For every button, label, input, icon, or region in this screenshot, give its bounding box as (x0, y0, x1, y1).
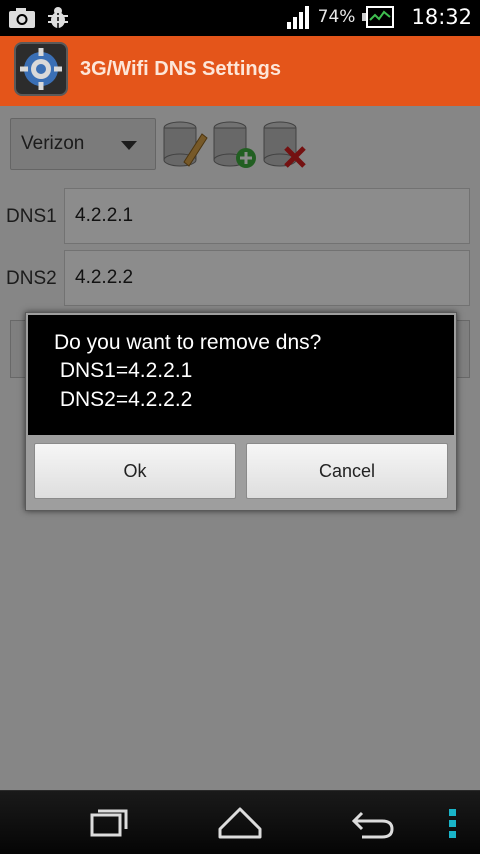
app-title: 3G/Wifi DNS Settings (80, 58, 281, 80)
back-icon[interactable] (350, 805, 396, 841)
bug-icon (48, 7, 68, 28)
gear-globe-icon (14, 42, 68, 96)
dialog-dns2: DNS2=4.2.2.2 (54, 388, 193, 411)
home-icon[interactable] (216, 805, 264, 841)
camera-icon (9, 8, 35, 28)
ok-button[interactable]: Ok (34, 443, 236, 499)
status-bar: 74% 18:32 (0, 0, 480, 36)
system-indicators: 74% 18:32 (286, 4, 472, 30)
notification-icons (8, 6, 70, 30)
dialog-dns1: DNS1=4.2.2.1 (54, 359, 193, 382)
remove-dns-dialog: Do you want to remove dns? DNS1=4.2.2.1 … (25, 312, 457, 511)
dialog-message: Do you want to remove dns? DNS1=4.2.2.1 … (28, 315, 454, 435)
navigation-bar (0, 790, 480, 854)
clock: 18:32 (411, 5, 472, 29)
dialog-button-bar: Ok Cancel (28, 437, 454, 508)
recent-apps-icon[interactable] (86, 805, 130, 841)
battery-icon (362, 6, 395, 28)
dialog-question: Do you want to remove dns? (54, 331, 322, 354)
cancel-button[interactable]: Cancel (246, 443, 448, 499)
action-bar: 3G/Wifi DNS Settings (0, 36, 480, 106)
signal-icon (286, 6, 309, 29)
battery-percent: 74% (317, 7, 356, 27)
menu-icon[interactable] (446, 805, 460, 841)
